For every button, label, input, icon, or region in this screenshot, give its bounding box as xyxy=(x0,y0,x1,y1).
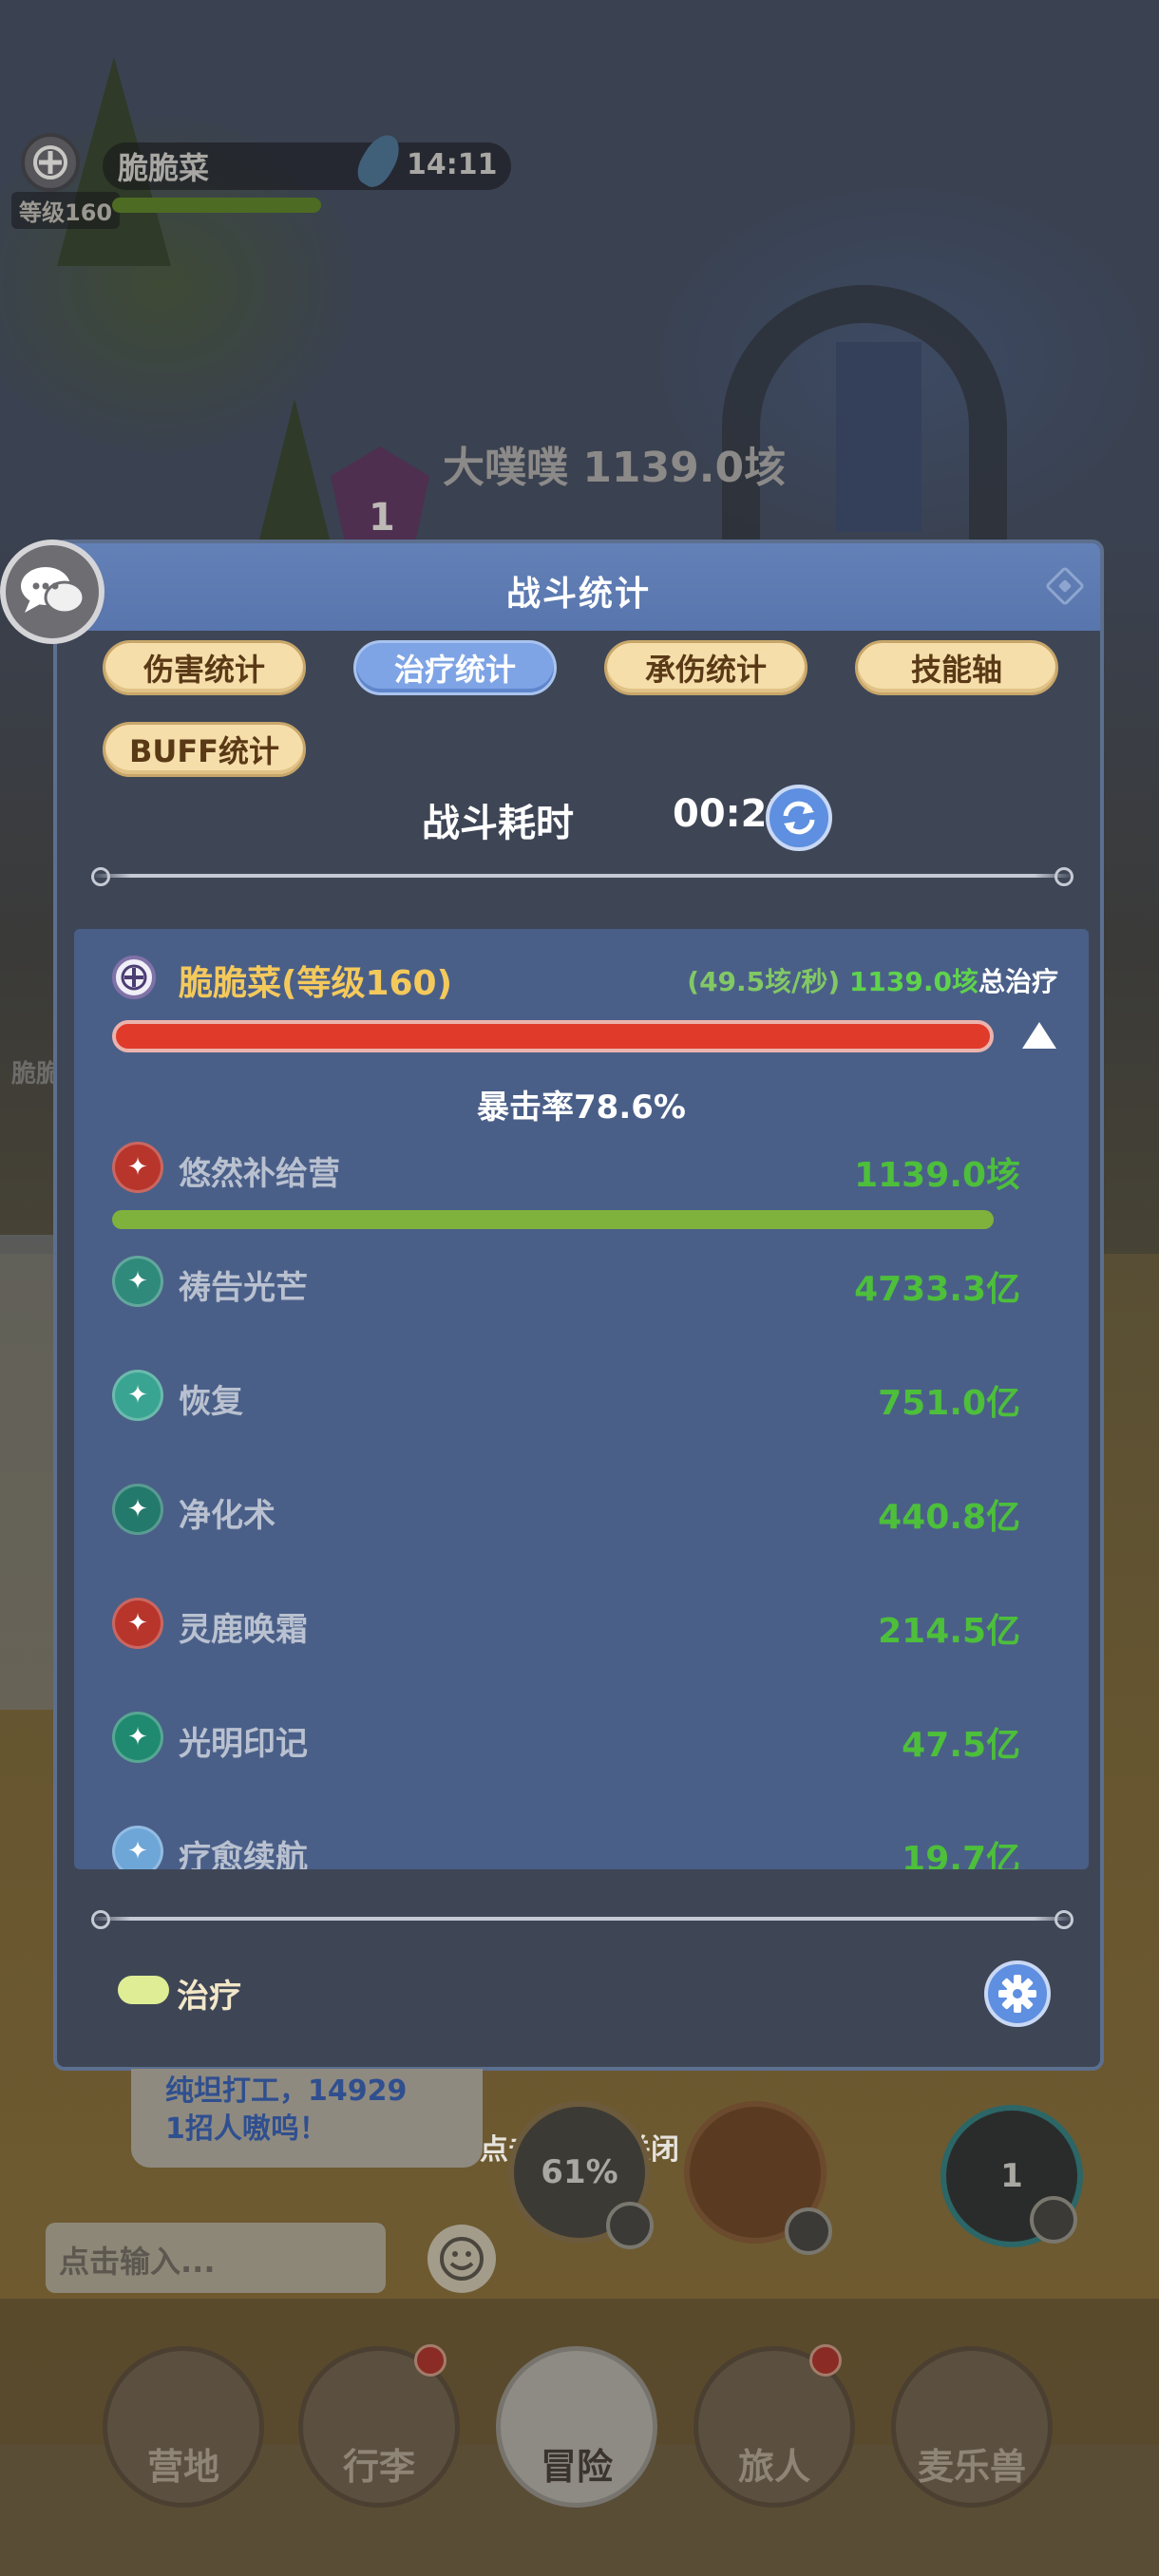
slot-refresh-icon[interactable] xyxy=(1030,2196,1077,2244)
red-wave-icon: ✦ xyxy=(112,1598,163,1649)
skill-row: ✦ 悠然补给营 1139.0垓 xyxy=(74,1142,1089,1256)
skill-name: 祷告光芒 xyxy=(179,1269,308,1307)
dialog-title: 战斗统计 xyxy=(505,575,651,614)
refresh-button[interactable] xyxy=(766,785,832,851)
skill-row: ✦ 净化术 440.8亿 xyxy=(74,1484,1089,1598)
heal-total: 1139.0垓 xyxy=(848,966,978,997)
collapse-arrow-icon[interactable] xyxy=(1022,1022,1056,1049)
nav-camp-label: 营地 xyxy=(146,2446,219,2488)
tab-healing[interactable]: 治疗统计 xyxy=(353,640,557,695)
chat-bubbles-icon xyxy=(21,567,86,615)
nav-adventure-label: 冒险 xyxy=(540,2446,613,2488)
nav-travelers-label: 旅人 xyxy=(737,2446,810,2488)
skill-name: 悠然补给营 xyxy=(179,1155,340,1193)
skill-row: ✦ 灵鹿唤霜 214.5亿 xyxy=(74,1598,1089,1712)
skill-name: 光明印记 xyxy=(179,1725,308,1763)
skill-row: ✦ 祷告光芒 4733.3亿 xyxy=(74,1256,1089,1370)
slot-refresh-icon[interactable] xyxy=(785,2207,832,2255)
crit-rate: 暴击率78.6% xyxy=(477,1089,686,1127)
skill-name: 净化术 xyxy=(179,1497,276,1535)
chat-input[interactable]: 点击输入... xyxy=(46,2223,386,2293)
nav-pets-label: 麦乐兽 xyxy=(917,2446,1026,2488)
gear-icon xyxy=(998,1975,1036,2013)
teal-leaf-icon: ✦ xyxy=(112,1370,163,1421)
chat-message-line: 纯坦打工，14929 xyxy=(165,2074,408,2108)
skill-value: 19.7亿 xyxy=(902,1840,1020,1869)
healing-panel: 脆脆菜(等级160) (49.5垓/秒) 1139.0垓总治疗 暴击率78.6%… xyxy=(74,929,1089,1869)
legend-swatch xyxy=(118,1976,169,2004)
skill-row: ✦ 恢复 751.0亿 xyxy=(74,1370,1089,1484)
tab-skill-timeline[interactable]: 技能轴 xyxy=(855,640,1058,695)
player-class-icon xyxy=(112,956,156,999)
boss-name-hp: 大噗噗 1139.0垓 xyxy=(443,444,787,492)
red-wave-icon: ✦ xyxy=(112,1142,163,1193)
heal-total-suffix: 总治疗 xyxy=(978,966,1058,997)
battle-stats-dialog: 战斗统计 伤害统计 治疗统计 承伤统计 技能轴 BUFF统计 战斗耗时 00:2… xyxy=(53,540,1104,2071)
player-heal-stats: (49.5垓/秒) 1139.0垓总治疗 xyxy=(687,961,1058,999)
refresh-icon xyxy=(783,801,815,835)
tab-damage-taken[interactable]: 承伤统计 xyxy=(604,640,808,695)
notification-dot xyxy=(809,2344,842,2377)
skill-row: ✦ 疗愈续航 19.7亿 xyxy=(74,1826,1089,1869)
skill-value: 214.5亿 xyxy=(878,1612,1020,1651)
stone-arch-decoration xyxy=(722,285,1007,570)
hud-level: 等级160 xyxy=(11,192,121,229)
notification-dot xyxy=(414,2344,446,2377)
heal-rate: (49.5垓/秒) xyxy=(687,966,841,997)
nav-luggage-label: 行李 xyxy=(342,2446,415,2488)
tab-buff[interactable]: BUFF统计 xyxy=(103,722,306,777)
tab-damage[interactable]: 伤害统计 xyxy=(103,640,306,695)
heal-total-bar xyxy=(112,1020,994,1052)
player-name-level: 脆脆菜(等级160) xyxy=(179,964,453,1003)
hud-player-name: 脆脆菜 xyxy=(118,150,210,186)
settings-button[interactable] xyxy=(984,1960,1051,2027)
skill-name: 疗愈续航 xyxy=(179,1839,308,1869)
teal-star-icon: ✦ xyxy=(112,1712,163,1763)
exp-bar xyxy=(112,198,321,213)
blue-rune-icon: ✦ xyxy=(112,1826,163,1869)
boss-rank: 1 xyxy=(369,496,395,540)
divider-bottom xyxy=(91,1910,1074,1929)
skill-value: 4733.3亿 xyxy=(854,1270,1020,1309)
cross-shield-icon xyxy=(121,964,147,991)
emoji-button[interactable] xyxy=(428,2225,496,2293)
tree-decoration xyxy=(256,399,332,551)
skill-name: 灵鹿唤霜 xyxy=(179,1611,308,1649)
skill-heal-bar xyxy=(112,1210,994,1229)
skill-row: ✦ 光明印记 47.5亿 xyxy=(74,1712,1089,1826)
skill-name: 恢复 xyxy=(179,1383,243,1421)
skill-value: 751.0亿 xyxy=(878,1384,1020,1423)
hud-time: 14:11 xyxy=(407,148,498,181)
divider-top xyxy=(91,867,1074,886)
slot-refresh-icon[interactable] xyxy=(606,2202,654,2249)
duration-label: 战斗耗时 xyxy=(422,802,574,845)
skill-value: 1139.0垓 xyxy=(854,1156,1020,1195)
teal-hand-icon: ✦ xyxy=(112,1256,163,1307)
chat-bubble-button[interactable] xyxy=(0,540,104,644)
skill-value: 440.8亿 xyxy=(878,1498,1020,1537)
teal-tree-icon: ✦ xyxy=(112,1484,163,1535)
skill-value: 47.5亿 xyxy=(902,1726,1020,1765)
player-avatar[interactable] xyxy=(21,133,80,192)
legend-label: 治疗 xyxy=(177,1978,241,2016)
cross-shield-icon xyxy=(33,145,67,180)
smiley-icon xyxy=(440,2237,484,2281)
